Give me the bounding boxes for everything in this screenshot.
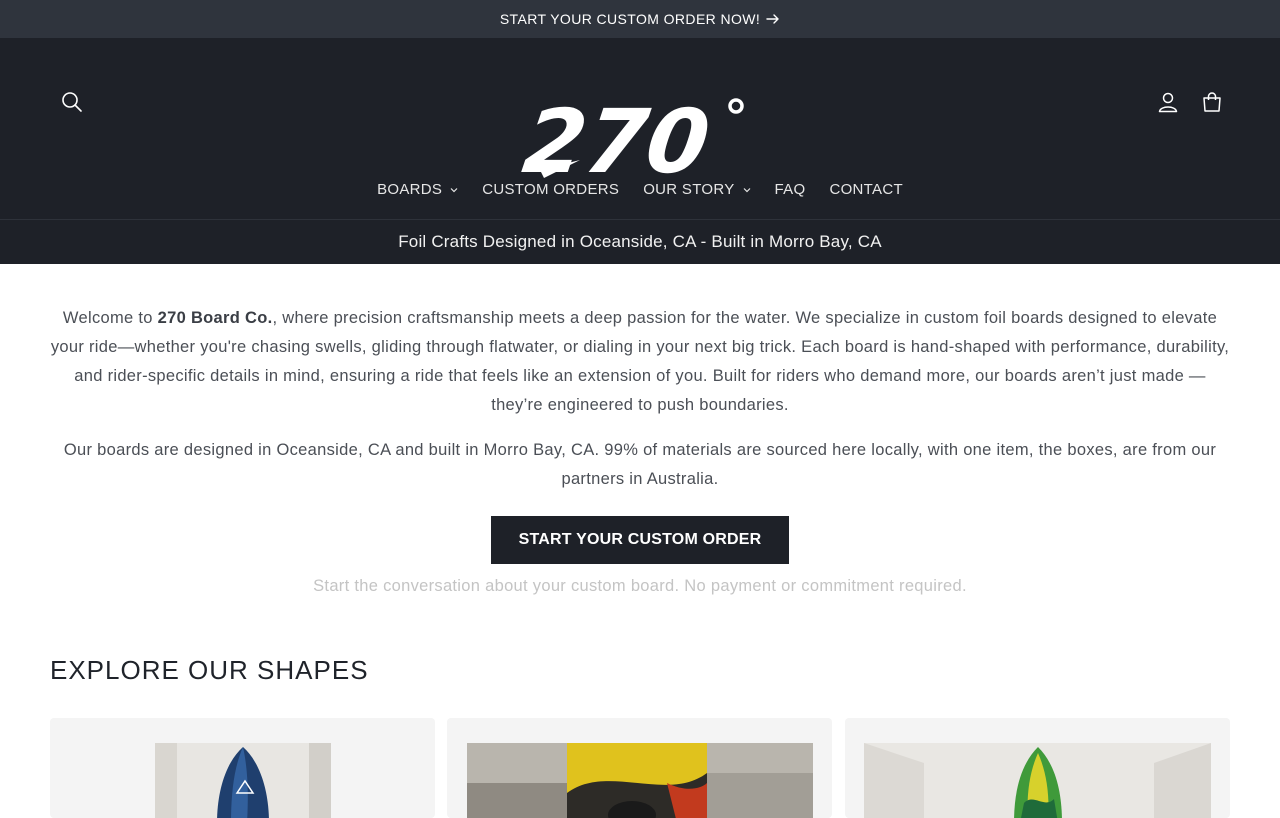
cta-note: Start the conversation about your custom… bbox=[313, 577, 967, 595]
nav-item-label: BOARDS bbox=[377, 181, 443, 198]
announcement-bar: START YOUR CUSTOM ORDER NOW! bbox=[0, 0, 1280, 38]
brand-name: 270 Board Co. bbox=[157, 309, 273, 327]
arrow-right-icon bbox=[766, 14, 779, 24]
product-image bbox=[864, 743, 1211, 818]
announcement-link[interactable]: START YOUR CUSTOM ORDER NOW! bbox=[500, 11, 780, 27]
logo-270-icon: 270 bbox=[518, 90, 744, 193]
product-image bbox=[467, 743, 813, 818]
nav-item-faq[interactable]: FAQ bbox=[763, 179, 818, 200]
chevron-down-icon bbox=[743, 187, 750, 192]
search-button[interactable] bbox=[58, 88, 86, 116]
section-title: EXPLORE OUR SHAPES bbox=[50, 655, 369, 685]
cart-button[interactable] bbox=[1198, 88, 1226, 116]
intro-paragraph-2: Our boards are designed in Oceanside, CA… bbox=[63, 441, 1217, 488]
nav-item-contact[interactable]: CONTACT bbox=[817, 179, 914, 200]
tagline-bar: Foil Crafts Designed in Oceanside, CA - … bbox=[0, 219, 1280, 264]
chevron-down-icon bbox=[450, 187, 458, 192]
product-card[interactable] bbox=[845, 718, 1230, 818]
nav-item-our-story[interactable]: OUR STORY bbox=[631, 179, 762, 200]
search-icon bbox=[62, 92, 82, 112]
nav-item-label: OUR STORY bbox=[643, 181, 735, 198]
intro-section: Welcome to 270 Board Co., where precisio… bbox=[50, 264, 1230, 494]
nav-item-label: CUSTOM ORDERS bbox=[482, 181, 620, 198]
main-nav: BOARDS CUSTOM ORDERS OUR STORY FAQ CONTA… bbox=[0, 179, 1280, 200]
account-button[interactable] bbox=[1154, 88, 1182, 116]
start-custom-order-button[interactable]: START YOUR CUSTOM ORDER bbox=[491, 516, 789, 564]
product-image bbox=[155, 743, 331, 818]
nav-item-label: FAQ bbox=[774, 181, 806, 198]
site-header: 270 BOARDS CUSTOM ORDERS OUR STORY FAQ C… bbox=[0, 38, 1280, 219]
product-card[interactable] bbox=[50, 718, 435, 818]
intro-text: Welcome to bbox=[62, 309, 158, 327]
cta-wrapper: START YOUR CUSTOM ORDER bbox=[0, 516, 1280, 564]
announcement-text: START YOUR CUSTOM ORDER NOW! bbox=[499, 11, 761, 27]
nav-item-label: CONTACT bbox=[829, 181, 903, 198]
product-card[interactable] bbox=[447, 718, 832, 818]
site-logo[interactable]: 270 bbox=[518, 90, 760, 193]
nav-item-custom-orders[interactable]: CUSTOM ORDERS bbox=[470, 179, 631, 200]
nav-item-boards[interactable]: BOARDS bbox=[365, 179, 470, 200]
intro-paragraph-1: Welcome to 270 Board Co., where precisio… bbox=[50, 304, 1230, 420]
cart-icon bbox=[1203, 92, 1221, 112]
tagline-text: Foil Crafts Designed in Oceanside, CA - … bbox=[398, 232, 882, 251]
user-icon bbox=[1158, 92, 1178, 113]
